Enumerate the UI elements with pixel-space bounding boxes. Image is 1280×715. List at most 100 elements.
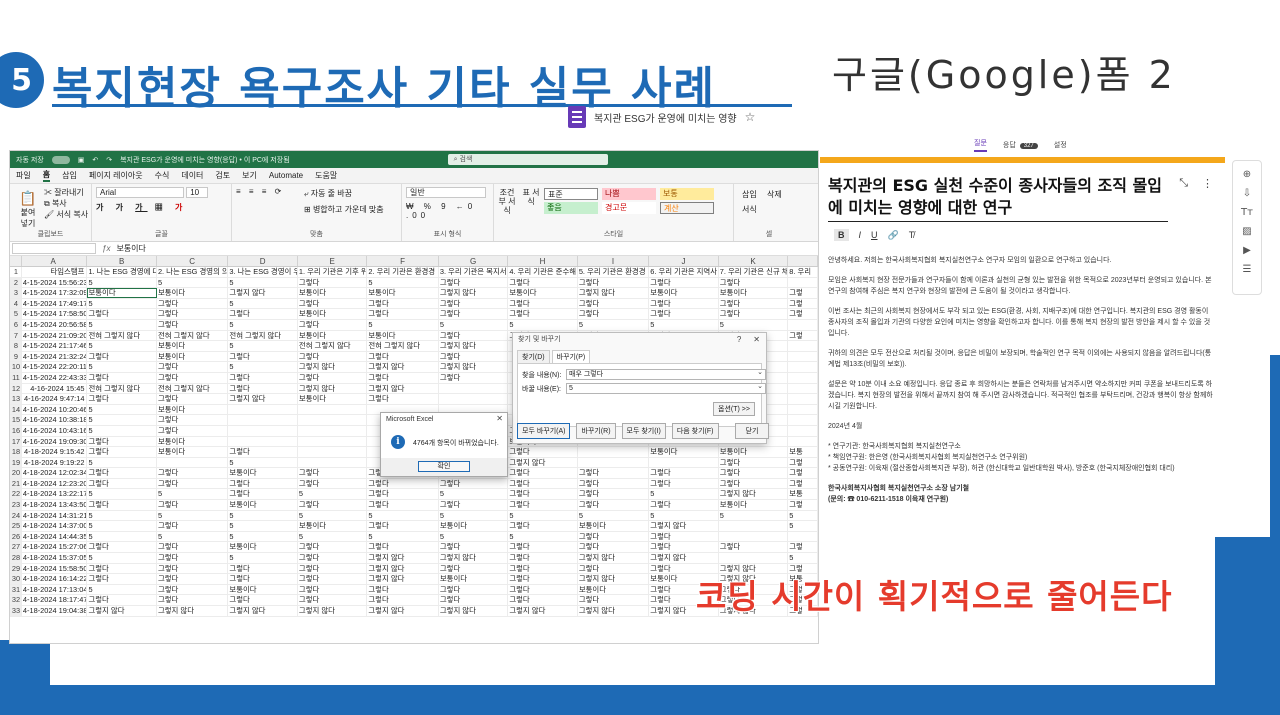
table-cell[interactable]: 그렇다 xyxy=(649,468,719,478)
table-cell[interactable]: 5 xyxy=(508,531,578,542)
table-cell[interactable]: 그렇다 xyxy=(367,372,439,383)
table-cell[interactable]: 보통이다 xyxy=(367,330,439,341)
row-number[interactable]: 21 xyxy=(10,478,22,489)
table-cell[interactable]: 전혀 그렇지 않다 xyxy=(228,330,298,341)
search-box[interactable]: ⌕ 검색 xyxy=(447,154,608,165)
table-cell[interactable]: 그렇다 xyxy=(649,298,719,309)
table-cell[interactable]: 7. 우리 기관은 신규 채 xyxy=(718,267,789,277)
star-icon[interactable]: ☆ xyxy=(745,110,756,124)
table-cell[interactable]: 보통이다 xyxy=(367,288,439,298)
table-cell[interactable]: 그렇다 xyxy=(298,372,368,383)
table-cell[interactable]: 5 xyxy=(788,553,818,563)
table-cell[interactable]: 5 xyxy=(788,521,818,531)
table-cell[interactable]: 보통이다 xyxy=(228,584,298,595)
table-cell[interactable]: 그렇다 xyxy=(228,489,298,500)
table-cell[interactable]: 그렇 xyxy=(788,288,818,298)
table-cell[interactable]: 5 xyxy=(367,531,439,542)
table-cell[interactable]: 그렇다 xyxy=(157,362,229,372)
table-cell[interactable]: 그렇다 xyxy=(157,425,229,436)
table-cell[interactable]: 그렇지 않다 xyxy=(298,383,368,394)
table-cell[interactable]: 5 xyxy=(649,319,719,330)
table-cell[interactable]: 그렇다 xyxy=(719,277,789,288)
table-cell[interactable]: 5 xyxy=(439,510,509,521)
table-cell[interactable]: 1. 나는 ESG 경영에 대 xyxy=(87,267,157,277)
table-cell[interactable]: 그렇다 xyxy=(157,415,229,425)
table-cell[interactable]: 4-16-2024 9:47:14 xyxy=(22,394,88,404)
table-cell[interactable]: 5 xyxy=(367,277,439,288)
table-cell[interactable] xyxy=(578,457,650,468)
table-cell[interactable]: 그렇다 xyxy=(228,383,298,394)
row-number[interactable]: 31 xyxy=(10,584,22,595)
table-cell[interactable]: 보통이다 xyxy=(719,447,789,457)
tab-find[interactable]: 찾기(D) xyxy=(517,350,550,363)
row-number[interactable]: 5 xyxy=(10,309,22,319)
wrap-text-button[interactable]: ⤶ 자동 줄 바꿈 xyxy=(304,188,352,199)
style-normal[interactable]: 표준 xyxy=(544,188,598,200)
link-icon[interactable]: 🔗 xyxy=(888,230,899,241)
table-cell[interactable]: 전혀 그렇지 않다 xyxy=(87,383,157,394)
table-cell[interactable]: 보통이다 xyxy=(578,584,650,595)
options-button[interactable]: 옵션(T) >> xyxy=(713,402,755,416)
table-cell[interactable]: 그렇지 않다 xyxy=(578,606,650,616)
table-cell[interactable]: 그렇다 xyxy=(298,542,368,553)
help-icon[interactable]: ? xyxy=(737,335,741,344)
find-next-button[interactable]: 다음 찾기(F) xyxy=(671,423,719,439)
save-icon[interactable]: ▣ xyxy=(78,156,85,164)
table-cell[interactable] xyxy=(788,362,818,372)
format-painter-button[interactable]: 🖌 서식 복사 xyxy=(44,209,88,220)
tab-replace[interactable]: 바꾸기(P) xyxy=(551,350,591,363)
table-cell[interactable]: 그렇지 않다 xyxy=(367,606,439,616)
table-cell[interactable]: 5 xyxy=(87,425,157,436)
table-cell[interactable]: 그렇다 xyxy=(719,468,789,478)
table-cell[interactable]: 그렇다 xyxy=(87,542,157,553)
table-cell[interactable]: 5 xyxy=(87,298,157,309)
table-cell[interactable]: 그렇다 xyxy=(157,500,229,510)
table-cell[interactable]: 4-18-2024 17:13:04 xyxy=(22,584,88,595)
column-header[interactable]: B xyxy=(87,256,157,266)
font-name-field[interactable]: Arial xyxy=(96,187,184,198)
table-cell[interactable]: 보통이다 xyxy=(508,288,578,298)
table-cell[interactable]: 5 xyxy=(578,319,650,330)
cut-button[interactable]: ✂ 잘라내기 xyxy=(44,187,88,198)
table-cell[interactable]: 5 xyxy=(228,510,298,521)
table-cell[interactable] xyxy=(228,425,298,436)
table-cell[interactable]: 전혀 그렇지 않다 xyxy=(298,341,368,351)
table-cell[interactable]: 4-15-2024 21:17:46 xyxy=(22,341,88,351)
formula-input[interactable]: 보통이다 xyxy=(116,243,145,254)
row-number[interactable]: 22 xyxy=(10,489,22,500)
row-number[interactable]: 2 xyxy=(10,277,22,288)
table-cell[interactable] xyxy=(298,436,368,447)
table-cell[interactable]: 4-15-2024 21:32:24 xyxy=(22,351,88,362)
table-cell[interactable]: 그렇다 xyxy=(508,309,578,319)
table-cell[interactable] xyxy=(298,425,368,436)
table-cell[interactable]: 5 xyxy=(439,319,509,330)
menu-view[interactable]: 보기 xyxy=(242,170,257,181)
fx-icon[interactable]: ƒx xyxy=(102,244,110,253)
italic-button[interactable]: I xyxy=(859,230,862,240)
close-icon[interactable]: ✕ xyxy=(496,414,503,423)
table-cell[interactable] xyxy=(788,383,818,394)
table-cell[interactable] xyxy=(719,531,789,542)
table-cell[interactable]: 보통이다 xyxy=(649,288,719,298)
table-cell[interactable]: 그렇지 않다 xyxy=(439,362,509,372)
table-cell[interactable]: 그렇다 xyxy=(87,436,157,447)
table-cell[interactable]: 그렇다 xyxy=(578,542,650,553)
table-cell[interactable]: 그렇다 xyxy=(508,500,578,510)
table-cell[interactable]: 보통이다 xyxy=(298,288,368,298)
table-cell[interactable]: 4-16-2024 15:45 xyxy=(22,383,88,394)
table-cell[interactable]: 그렇 xyxy=(788,330,818,341)
row-number[interactable]: 19 xyxy=(10,457,22,468)
table-cell[interactable] xyxy=(649,457,719,468)
table-cell[interactable]: 그렇다 xyxy=(439,372,509,383)
row-number[interactable]: 11 xyxy=(10,372,22,383)
table-cell[interactable]: 그렇지 않다 xyxy=(508,606,578,616)
add-section-icon[interactable]: ☰ xyxy=(1243,264,1252,275)
table-cell[interactable]: 그렇 xyxy=(788,298,818,309)
table-cell[interactable]: 그렇다 xyxy=(367,489,439,500)
format-as-table-button[interactable]: 표 서식 xyxy=(520,188,542,206)
column-header[interactable]: I xyxy=(578,256,650,266)
replace-button[interactable]: 바꾸기(R) xyxy=(576,423,616,439)
row-number[interactable]: 9 xyxy=(10,351,22,362)
table-cell[interactable]: 그렇다 xyxy=(578,309,650,319)
table-cell[interactable]: 5 xyxy=(367,510,439,521)
